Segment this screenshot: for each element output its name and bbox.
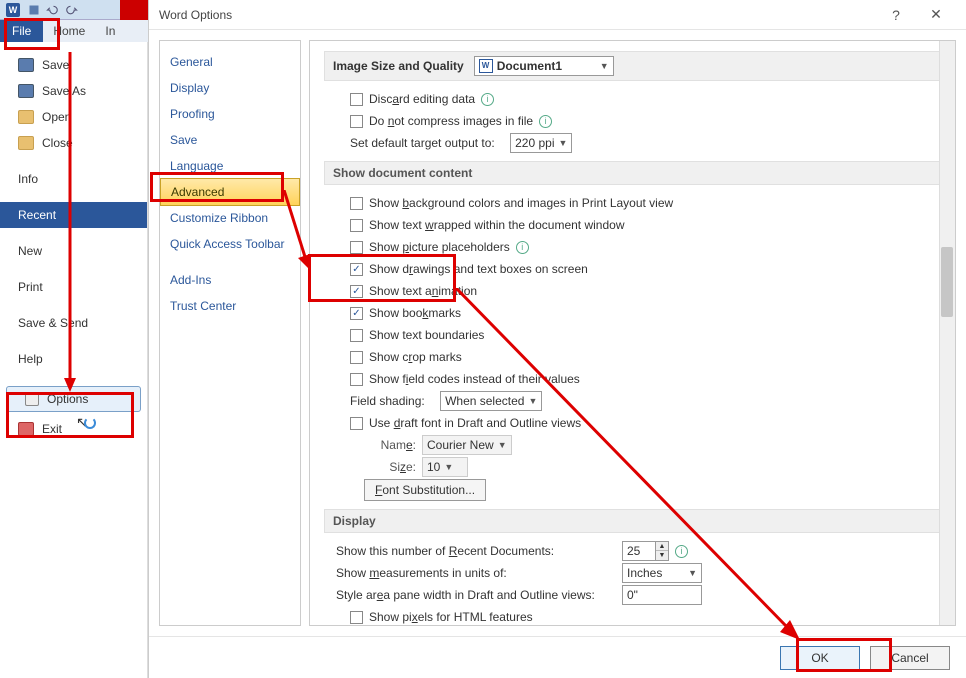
close-folder-icon xyxy=(18,136,34,150)
insert-tab-partial[interactable]: In xyxy=(95,20,125,42)
scrollbar[interactable] xyxy=(939,41,955,625)
category-display[interactable]: Display xyxy=(160,75,300,101)
annotation-arrow-advanced-to-bookmarks xyxy=(284,190,314,270)
bg-colors-label: Show background colors and images in Pri… xyxy=(369,196,673,210)
info-icon[interactable] xyxy=(481,93,494,106)
category-customize-ribbon[interactable]: Customize Ribbon xyxy=(160,205,300,231)
draft-font-checkbox[interactable] xyxy=(350,417,363,430)
home-tab[interactable]: Home xyxy=(43,20,95,42)
category-save[interactable]: Save xyxy=(160,127,300,153)
ok-button[interactable]: OK xyxy=(780,646,860,670)
document-icon xyxy=(479,59,493,73)
label: Info xyxy=(18,172,38,186)
category-proofing[interactable]: Proofing xyxy=(160,101,300,127)
chevron-down-icon: ▼ xyxy=(600,61,609,71)
save-as-icon xyxy=(18,84,34,98)
dialog-titlebar: Word Options ? ✕ xyxy=(149,0,966,30)
category-trust-center[interactable]: Trust Center xyxy=(160,293,300,319)
label: Help xyxy=(18,352,43,366)
discard-editing-checkbox[interactable] xyxy=(350,93,363,106)
cursor-busy-icon: ↖ xyxy=(76,414,96,431)
no-compress-label: Do not compress images in file xyxy=(369,114,533,128)
label: Options xyxy=(47,392,88,406)
font-size-label: Size: xyxy=(364,460,416,474)
drawings-checkbox[interactable] xyxy=(350,263,363,276)
pixels-html-checkbox[interactable] xyxy=(350,611,363,624)
redo-icon[interactable] xyxy=(66,4,78,16)
button-label: Cancel xyxy=(891,651,928,665)
category-list: General Display Proofing Save Language A… xyxy=(159,40,301,626)
chevron-down-icon: ▼ xyxy=(444,462,453,472)
font-name-label: Name: xyxy=(364,438,416,452)
chevron-down-icon: ▼ xyxy=(559,138,568,148)
crop-checkbox[interactable] xyxy=(350,351,363,364)
annotation-arrow-bookmarks-to-ok xyxy=(456,288,802,640)
label: Recent xyxy=(18,208,56,222)
category-addins[interactable]: Add-Ins xyxy=(160,267,300,293)
field-codes-checkbox[interactable] xyxy=(350,373,363,386)
exit-icon xyxy=(18,422,34,436)
label: Exit xyxy=(42,422,62,436)
annotation-arrow-file-to-options xyxy=(60,52,80,392)
info-icon[interactable] xyxy=(516,241,529,254)
bookmarks-checkbox[interactable] xyxy=(350,307,363,320)
category-general[interactable]: General xyxy=(160,49,300,75)
default-target-label: Set default target output to: xyxy=(350,136,495,150)
drawings-label: Show drawings and text boxes on screen xyxy=(369,262,588,276)
discard-editing-label: Discard editing data xyxy=(369,92,475,106)
field-shading-label: Field shading: xyxy=(350,394,425,408)
cancel-button[interactable]: Cancel xyxy=(870,646,950,670)
save-disk-icon xyxy=(18,58,34,72)
file-tab[interactable]: File xyxy=(0,20,43,42)
dialog-help-icon[interactable]: ? xyxy=(876,7,916,23)
dialog-close-icon[interactable]: ✕ xyxy=(916,6,956,23)
info-icon[interactable] xyxy=(539,115,552,128)
category-advanced[interactable]: Advanced xyxy=(160,178,300,206)
open-folder-icon xyxy=(18,110,34,124)
undo-icon[interactable] xyxy=(46,4,58,16)
category-language[interactable]: Language xyxy=(160,153,300,179)
dialog-footer: OK Cancel xyxy=(149,636,966,678)
dialog-title: Word Options xyxy=(159,8,876,22)
combo-value: Document1 xyxy=(497,59,596,73)
modified-indicator xyxy=(120,0,148,20)
label: Print xyxy=(18,280,43,294)
section-image-heading: Image Size and Quality xyxy=(333,59,464,73)
wrapped-label: Show text wrapped within the document wi… xyxy=(369,218,624,232)
wrapped-checkbox[interactable] xyxy=(350,219,363,232)
default-target-combo[interactable]: 220 ppi ▼ xyxy=(510,133,572,153)
category-qat[interactable]: Quick Access Toolbar xyxy=(160,231,300,257)
button-label: OK xyxy=(811,651,828,665)
section-doc-content-heading: Show document content xyxy=(324,161,941,185)
image-quality-doc-combo[interactable]: Document1 ▼ xyxy=(474,56,614,76)
combo-value: 220 ppi xyxy=(515,136,554,150)
backstage-exit[interactable]: Exit xyxy=(0,416,147,442)
bookmarks-label: Show bookmarks xyxy=(369,306,461,320)
word-icon: W xyxy=(6,3,20,17)
label: New xyxy=(18,244,42,258)
scroll-thumb[interactable] xyxy=(941,247,953,317)
options-icon xyxy=(25,392,39,406)
no-compress-checkbox[interactable] xyxy=(350,115,363,128)
animation-checkbox[interactable] xyxy=(350,285,363,298)
combo-value: 10 xyxy=(427,460,440,474)
ribbon-tabs: File Home In xyxy=(0,20,148,42)
boundaries-checkbox[interactable] xyxy=(350,329,363,342)
placeholders-label: Show picture placeholders xyxy=(369,240,510,254)
crop-label: Show crop marks xyxy=(369,350,462,364)
save-icon[interactable] xyxy=(28,4,40,16)
bg-colors-checkbox[interactable] xyxy=(350,197,363,210)
placeholders-checkbox[interactable] xyxy=(350,241,363,254)
quick-access-toolbar: W xyxy=(0,0,148,20)
